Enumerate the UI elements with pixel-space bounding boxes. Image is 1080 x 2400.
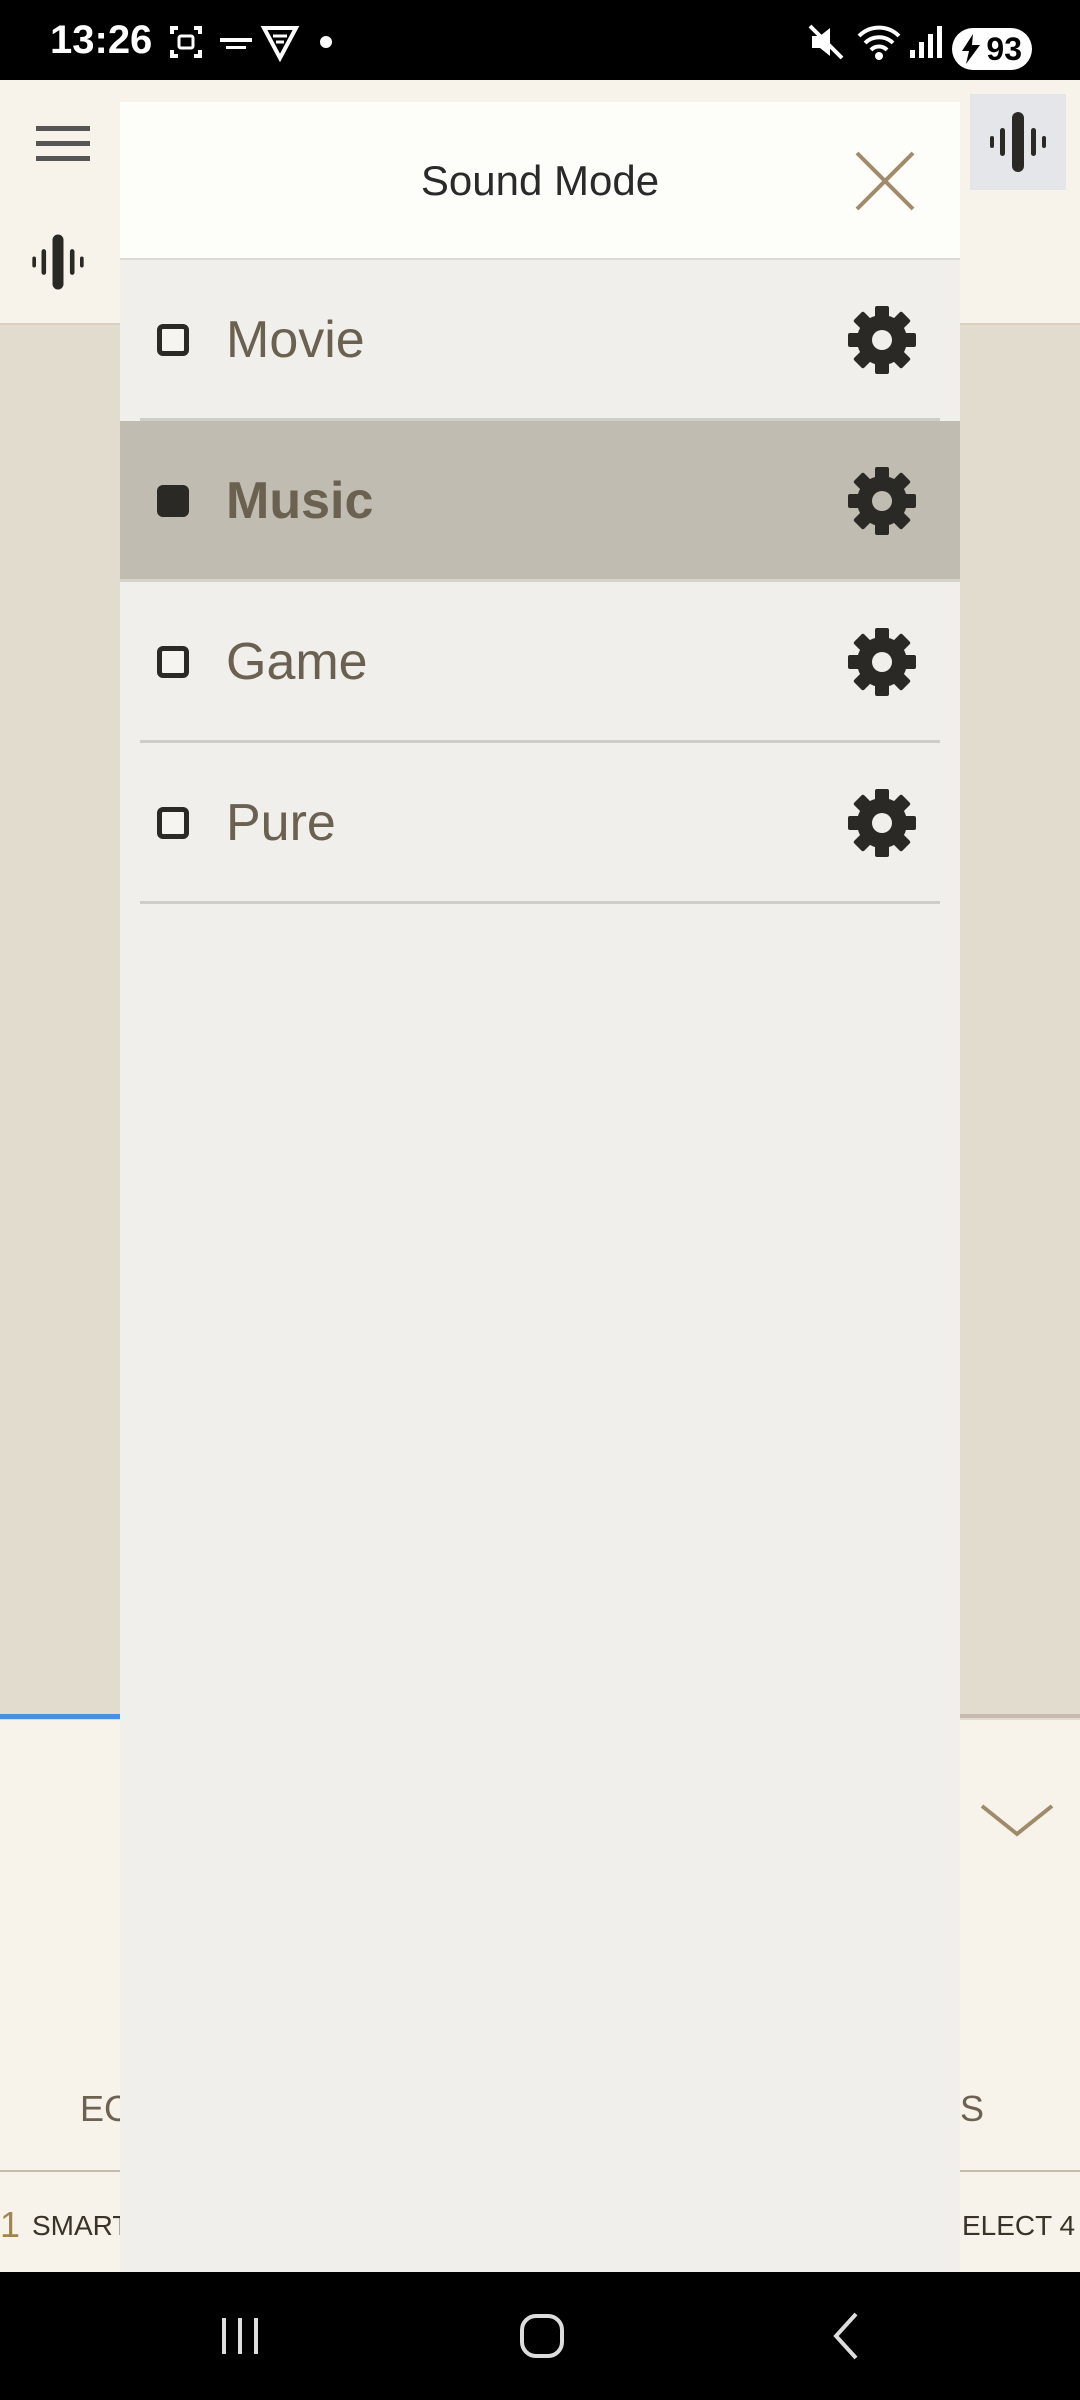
vpn-icon — [260, 26, 300, 62]
wifi-icon — [857, 25, 901, 60]
dialog-header: Sound Mode — [120, 102, 960, 260]
mode-item-game[interactable]: Game — [120, 582, 960, 743]
gear-icon[interactable] — [848, 789, 916, 857]
screenshot-icon — [170, 26, 202, 58]
gear-icon[interactable] — [848, 628, 916, 696]
mode-label: Pure — [226, 794, 336, 852]
mode-checkbox-checked[interactable] — [157, 485, 189, 517]
home-icon[interactable] — [514, 2304, 570, 2368]
status-time: 13:26 — [50, 18, 153, 62]
mode-label: Music — [226, 472, 374, 530]
sound-mode-dialog: Sound Mode Movie Music Game Pure — [120, 102, 960, 2272]
input-number-left: 1 — [0, 2204, 21, 2245]
chevron-down-icon[interactable] — [978, 1800, 1056, 1840]
active-tab-indicator — [0, 1714, 122, 1719]
close-icon[interactable] — [854, 150, 916, 212]
sound-wave-icon — [990, 112, 1046, 172]
input-label-right[interactable]: ELECT 4 — [962, 2210, 1075, 2242]
back-icon[interactable] — [822, 2304, 870, 2368]
mode-checkbox[interactable] — [157, 646, 189, 678]
mode-item-movie[interactable]: Movie — [120, 260, 960, 421]
status-bar: 13:26 93 — [0, 0, 1080, 80]
sound-mode-list: Movie Music Game Pure — [120, 260, 960, 904]
mode-label: Movie — [226, 311, 365, 369]
sound-wave-icon — [32, 234, 84, 290]
mode-label: Game — [226, 633, 368, 691]
mode-checkbox[interactable] — [157, 324, 189, 356]
input-label-left[interactable]: SMART — [32, 2210, 130, 2242]
mute-icon — [808, 24, 844, 60]
notification-icon — [220, 38, 252, 49]
gear-icon[interactable] — [848, 467, 916, 535]
signal-icon — [910, 26, 942, 58]
bottom-tab-right[interactable]: S — [960, 2088, 984, 2130]
gear-icon[interactable] — [848, 306, 916, 374]
charging-icon — [962, 34, 980, 64]
row-divider — [140, 901, 940, 904]
battery-icon: 93 — [952, 28, 1032, 70]
mode-item-music[interactable]: Music — [120, 421, 960, 582]
mode-checkbox[interactable] — [157, 807, 189, 839]
sound-mode-shortcut[interactable] — [970, 94, 1066, 190]
menu-icon[interactable] — [36, 122, 90, 166]
battery-level: 93 — [986, 31, 1022, 67]
recent-apps-icon[interactable] — [216, 2304, 264, 2368]
dialog-title: Sound Mode — [420, 157, 660, 204]
navigation-bar — [0, 2272, 1080, 2400]
dot-icon — [320, 36, 332, 48]
tab-divider — [958, 1714, 1080, 1718]
mode-item-pure[interactable]: Pure — [120, 743, 960, 904]
